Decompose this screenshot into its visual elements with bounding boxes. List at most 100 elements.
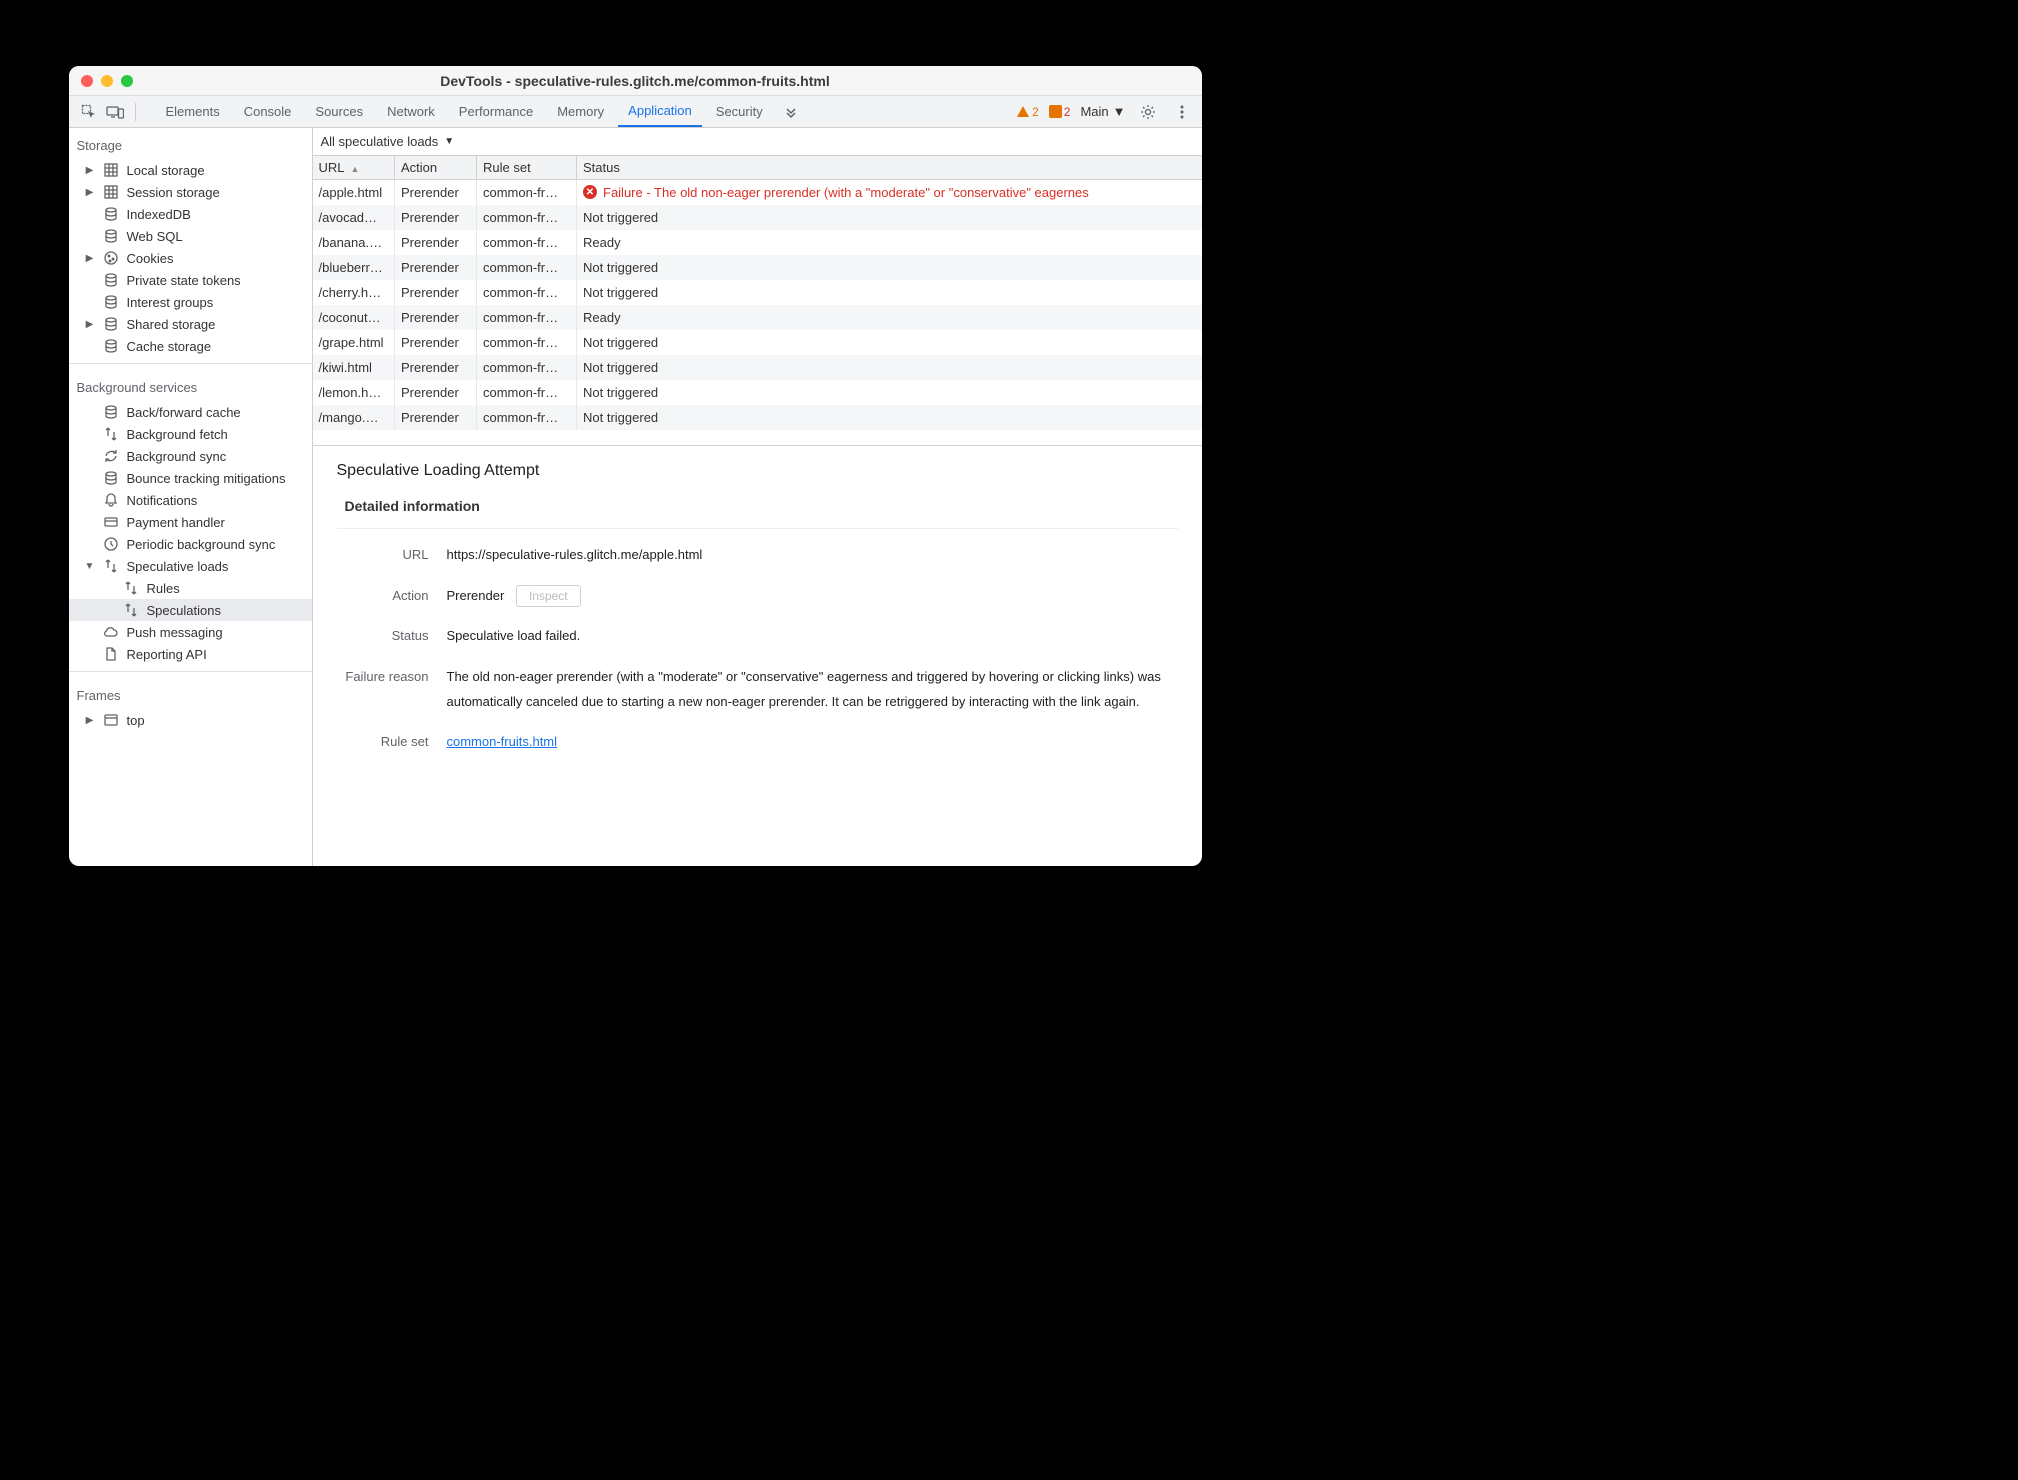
device-toggle-icon[interactable] xyxy=(103,100,127,124)
column-header-action[interactable]: Action xyxy=(395,156,477,180)
frame-selector[interactable]: Main ▼ xyxy=(1080,104,1125,119)
table-cell: /banana.… xyxy=(313,230,395,255)
sidebar: Storage ▶Local storage▶Session storage▶I… xyxy=(69,128,313,866)
table-row[interactable]: /coconut…Prerendercommon-fr…Ready xyxy=(313,305,1202,330)
divider xyxy=(69,363,312,364)
sidebar-item-private-state-tokens[interactable]: ▶Private state tokens xyxy=(69,269,312,291)
errors-badge[interactable]: 2 xyxy=(1049,105,1071,119)
table-row[interactable]: /banana.…Prerendercommon-fr…Ready xyxy=(313,230,1202,255)
sidebar-item-label: Interest groups xyxy=(127,295,214,310)
sidebar-item-push-messaging[interactable]: ▶Push messaging xyxy=(69,621,312,643)
sidebar-item-label: Push messaging xyxy=(127,625,223,640)
kebab-menu-icon[interactable] xyxy=(1170,100,1194,124)
sidebar-item-reporting-api[interactable]: ▶Reporting API xyxy=(69,643,312,665)
tab-performance[interactable]: Performance xyxy=(449,96,543,127)
more-tabs-icon[interactable] xyxy=(779,100,803,124)
inspect-element-icon[interactable] xyxy=(77,100,101,124)
sidebar-item-background-fetch[interactable]: ▶Background fetch xyxy=(69,423,312,445)
table-cell: /blueberr… xyxy=(313,255,395,280)
sidebar-item-top[interactable]: ▶top xyxy=(69,709,312,731)
sidebar-item-local-storage[interactable]: ▶ Local storage xyxy=(69,159,312,181)
detail-ruleset-label: Rule set xyxy=(337,730,447,755)
divider xyxy=(135,103,136,121)
sidebar-item-speculations[interactable]: ▶Speculations xyxy=(69,599,312,621)
status-cell: Not triggered xyxy=(577,255,1202,280)
doc-icon xyxy=(103,646,119,662)
table-row[interactable]: /mango.…Prerendercommon-fr…Not triggered xyxy=(313,405,1202,430)
table-row[interactable]: /lemon.h…Prerendercommon-fr…Not triggere… xyxy=(313,380,1202,405)
expand-arrow-icon[interactable]: ▶ xyxy=(85,319,95,330)
column-header-status[interactable]: Status xyxy=(577,156,1202,180)
ruleset-link[interactable]: common-fruits.html xyxy=(447,734,558,749)
bell-icon xyxy=(103,492,119,508)
expand-arrow-icon[interactable]: ▶ xyxy=(85,165,95,176)
expand-arrow-icon[interactable]: ▶ xyxy=(85,715,95,726)
table-row[interactable]: /grape.htmlPrerendercommon-fr…Not trigge… xyxy=(313,330,1202,355)
sidebar-item-periodic-background-sync[interactable]: ▶Periodic background sync xyxy=(69,533,312,555)
minimize-window-button[interactable] xyxy=(101,75,113,87)
tab-memory[interactable]: Memory xyxy=(547,96,614,127)
sidebar-item-speculative-loads[interactable]: ▼Speculative loads xyxy=(69,555,312,577)
sidebar-item-back-forward-cache[interactable]: ▶Back/forward cache xyxy=(69,401,312,423)
grid-icon xyxy=(103,162,119,178)
table-cell: Prerender xyxy=(395,255,477,280)
table-row[interactable]: /avocad…Prerendercommon-fr…Not triggered xyxy=(313,205,1202,230)
table-row[interactable]: /apple.htmlPrerendercommon-fr…✕Failure -… xyxy=(313,180,1202,205)
tab-security[interactable]: Security xyxy=(706,96,773,127)
cloud-icon xyxy=(103,624,119,640)
status-cell: Not triggered xyxy=(577,405,1202,430)
detail-url-label: URL xyxy=(337,543,447,568)
expand-arrow-icon[interactable]: ▼ xyxy=(85,561,95,572)
zoom-window-button[interactable] xyxy=(121,75,133,87)
sidebar-item-shared-storage[interactable]: ▶Shared storage xyxy=(69,313,312,335)
detail-title: Speculative Loading Attempt xyxy=(337,462,1178,480)
sidebar-item-label: Bounce tracking mitigations xyxy=(127,471,286,486)
sidebar-item-indexeddb[interactable]: ▶IndexedDB xyxy=(69,203,312,225)
sidebar-item-bounce-tracking-mitigations[interactable]: ▶Bounce tracking mitigations xyxy=(69,467,312,489)
sidebar-item-rules[interactable]: ▶Rules xyxy=(69,577,312,599)
sidebar-item-label: Reporting API xyxy=(127,647,207,662)
divider xyxy=(69,671,312,672)
status-cell: ✕Failure - The old non-eager prerender (… xyxy=(577,180,1202,205)
table-cell: common-fr… xyxy=(477,230,577,255)
column-header-url[interactable]: URL▲ xyxy=(313,156,395,180)
table-row[interactable]: /blueberr…Prerendercommon-fr…Not trigger… xyxy=(313,255,1202,280)
table-row[interactable]: /cherry.h…Prerendercommon-fr…Not trigger… xyxy=(313,280,1202,305)
sidebar-item-label: Local storage xyxy=(127,163,205,178)
sidebar-item-web-sql[interactable]: ▶Web SQL xyxy=(69,225,312,247)
tab-elements[interactable]: Elements xyxy=(156,96,230,127)
cookie-icon xyxy=(103,250,119,266)
traffic-lights xyxy=(81,75,133,87)
db-icon xyxy=(103,316,119,332)
filter-bar[interactable]: All speculative loads ▼ xyxy=(313,128,1202,156)
sidebar-item-label: IndexedDB xyxy=(127,207,191,222)
status-cell: Not triggered xyxy=(577,205,1202,230)
arrows-icon xyxy=(103,426,119,442)
sidebar-item-cookies[interactable]: ▶Cookies xyxy=(69,247,312,269)
speculations-table: URL▲ActionRule setStatus /apple.htmlPrer… xyxy=(313,156,1202,446)
warnings-badge[interactable]: 2 xyxy=(1016,105,1039,119)
sidebar-item-payment-handler[interactable]: ▶Payment handler xyxy=(69,511,312,533)
table-cell: /kiwi.html xyxy=(313,355,395,380)
sidebar-item-session-storage[interactable]: ▶Session storage xyxy=(69,181,312,203)
sidebar-item-cache-storage[interactable]: ▶Cache storage xyxy=(69,335,312,357)
tab-network[interactable]: Network xyxy=(377,96,445,127)
sidebar-item-notifications[interactable]: ▶Notifications xyxy=(69,489,312,511)
settings-icon[interactable] xyxy=(1136,100,1160,124)
table-row[interactable]: /kiwi.htmlPrerendercommon-fr…Not trigger… xyxy=(313,355,1202,380)
close-window-button[interactable] xyxy=(81,75,93,87)
sidebar-item-interest-groups[interactable]: ▶Interest groups xyxy=(69,291,312,313)
tab-console[interactable]: Console xyxy=(234,96,302,127)
tab-application[interactable]: Application xyxy=(618,96,702,127)
warnings-count: 2 xyxy=(1032,105,1039,119)
expand-arrow-icon[interactable]: ▶ xyxy=(85,253,95,264)
table-cell: /apple.html xyxy=(313,180,395,205)
expand-arrow-icon[interactable]: ▶ xyxy=(85,187,95,198)
inspect-button[interactable]: Inspect xyxy=(516,585,581,607)
detail-ruleset-value: common-fruits.html xyxy=(447,730,1178,755)
tab-sources[interactable]: Sources xyxy=(305,96,373,127)
table-cell: common-fr… xyxy=(477,180,577,205)
sidebar-item-background-sync[interactable]: ▶Background sync xyxy=(69,445,312,467)
column-header-rule-set[interactable]: Rule set xyxy=(477,156,577,180)
detail-action-value: Prerender Inspect xyxy=(447,584,1178,609)
